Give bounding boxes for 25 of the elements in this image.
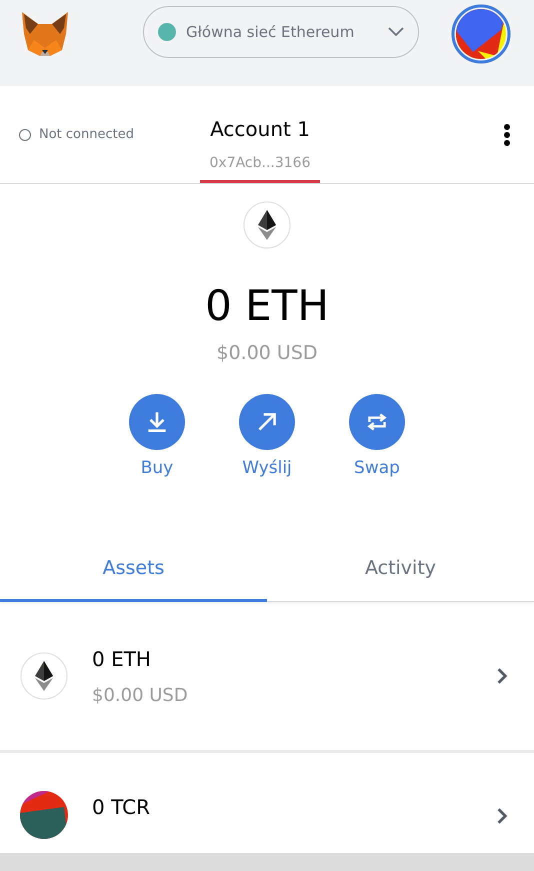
ethereum-icon [20,652,68,700]
action-label[interactable]: Swap [354,458,400,478]
more-options-icon[interactable] [503,122,511,146]
ethereum-icon [243,201,291,249]
fox-logo [20,10,70,58]
account-address[interactable]: 0x7Acb...3166 [210,155,310,171]
asset-fiat-value: $0.00 USD [92,684,188,706]
token-identicon [20,791,68,839]
asset-row[interactable]: 0 ETH $0.00 USD [0,602,534,753]
tab[interactable]: Assets [0,536,267,602]
connection-status: Not connected [39,127,134,142]
balance-amount: 0 ETH [205,285,329,327]
action-label[interactable]: Wyślij [242,458,292,478]
chevron-right-icon [496,807,508,825]
account-avatar[interactable] [451,4,511,64]
network-selector[interactable]: Główna sieć Ethereum [143,6,419,58]
balance-fiat: $0.00 USD [216,342,318,364]
asset-amount: 0 TCR [92,795,150,819]
chevron-down-icon [388,27,404,37]
action-label[interactable]: Buy [140,458,174,478]
tab[interactable]: Activity [267,536,534,602]
asset-row[interactable]: 0 TCR [0,753,534,853]
account-name[interactable]: Account 1 [210,117,310,141]
chevron-right-icon [496,667,508,685]
asset-amount: 0 ETH [92,646,152,670]
